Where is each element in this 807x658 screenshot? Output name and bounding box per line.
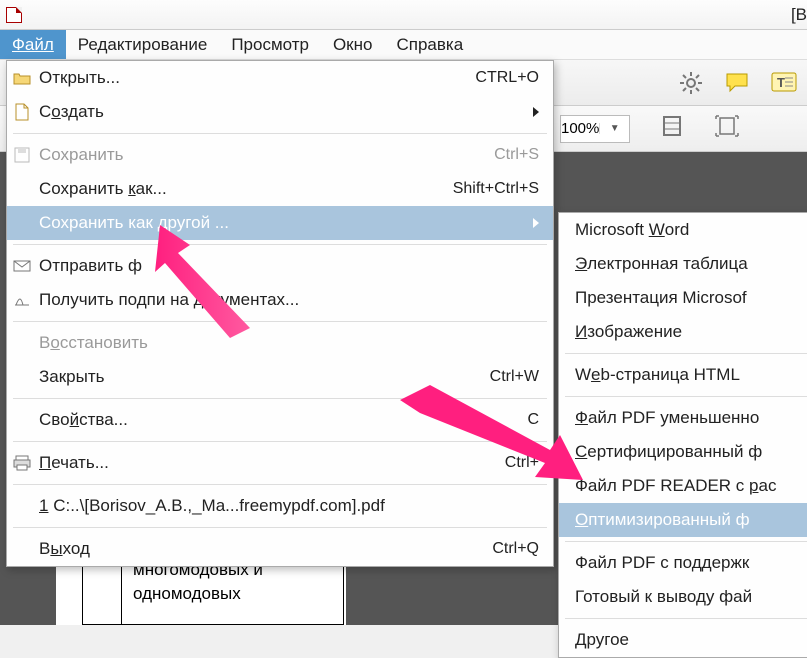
submenu-item-optimized[interactable]: Оптимизированный ф bbox=[559, 503, 807, 537]
text-annot-icon[interactable]: T bbox=[771, 72, 797, 94]
save-as-other-submenu: Microsoft Word Электронная таблица Презе… bbox=[558, 212, 807, 658]
zoom-value: 100% bbox=[561, 120, 599, 137]
envelope-icon bbox=[13, 257, 31, 275]
submenu-item-word[interactable]: Microsoft Word bbox=[559, 213, 807, 247]
submenu-item-ppt[interactable]: Презентация Microsof bbox=[559, 281, 807, 315]
menu-item-save-as[interactable]: Сохранить как... Shift+Ctrl+S bbox=[7, 172, 553, 206]
zoom-select[interactable]: 100% ▼ bbox=[560, 115, 630, 143]
menu-item-get-signature[interactable]: Получить подпи на документах... bbox=[7, 283, 553, 317]
svg-text:T: T bbox=[777, 75, 785, 90]
menu-item-save: Сохранить Ctrl+S bbox=[7, 138, 553, 172]
menu-view[interactable]: Просмотр bbox=[219, 30, 321, 59]
window-title: [В bbox=[791, 0, 807, 30]
save-icon bbox=[13, 146, 31, 164]
menu-item-properties[interactable]: Свойства... C bbox=[7, 403, 553, 437]
menu-item-recent[interactable]: 1 C:..\[Borisov_A.B.,_Ma...freemypdf.com… bbox=[7, 489, 553, 523]
menu-file[interactable]: Файл bbox=[0, 30, 66, 59]
submenu-item-excel[interactable]: Электронная таблица bbox=[559, 247, 807, 281]
submenu-item-web[interactable]: Web-страница HTML bbox=[559, 358, 807, 392]
gear-icon[interactable] bbox=[679, 71, 703, 95]
comment-icon[interactable] bbox=[725, 72, 749, 94]
file-dropdown: Открыть... CTRL+O Создать Сохранить Ctrl… bbox=[6, 60, 554, 567]
menu-item-send[interactable]: Отправить ф bbox=[7, 249, 553, 283]
chevron-right-icon bbox=[533, 107, 539, 117]
fit-page-icon[interactable] bbox=[714, 114, 740, 143]
pdf-file-icon bbox=[6, 7, 22, 23]
scroll-mode-icon[interactable] bbox=[660, 115, 684, 142]
chevron-right-icon bbox=[533, 218, 539, 228]
menu-help[interactable]: Справка bbox=[384, 30, 475, 59]
menu-item-print[interactable]: Печать... Ctrl+ bbox=[7, 446, 553, 480]
submenu-item-certified[interactable]: Сертифицированный ф bbox=[559, 435, 807, 469]
menu-item-open[interactable]: Открыть... CTRL+O bbox=[7, 61, 553, 95]
submenu-item-reader[interactable]: Файл PDF READER с рас bbox=[559, 469, 807, 503]
submenu-item-image[interactable]: Изображение bbox=[559, 315, 807, 349]
title-bar: [В bbox=[0, 0, 807, 30]
menu-edit[interactable]: Редактирование bbox=[66, 30, 220, 59]
menu-item-restore: Восстановить bbox=[7, 326, 553, 360]
menu-window[interactable]: Окно bbox=[321, 30, 385, 59]
submenu-item-output[interactable]: Готовый к выводу фай bbox=[559, 580, 807, 614]
menu-bar: Файл Редактирование Просмотр Окно Справк… bbox=[0, 30, 807, 60]
menu-item-save-as-other[interactable]: Сохранить как другой ... bbox=[7, 206, 553, 240]
new-doc-icon bbox=[13, 103, 31, 121]
submenu-item-archive[interactable]: Файл PDF с поддержк bbox=[559, 546, 807, 580]
menu-item-close[interactable]: Закрыть Ctrl+W bbox=[7, 360, 553, 394]
chevron-down-icon[interactable]: ▼ bbox=[599, 123, 629, 134]
submenu-item-other[interactable]: Другое bbox=[559, 623, 807, 657]
folder-open-icon bbox=[13, 69, 31, 87]
menu-item-exit[interactable]: Выход Ctrl+Q bbox=[7, 532, 553, 566]
submenu-item-small-pdf[interactable]: Файл PDF уменьшенно bbox=[559, 401, 807, 435]
signature-icon bbox=[13, 291, 31, 309]
printer-icon bbox=[13, 454, 31, 472]
menu-item-create[interactable]: Создать bbox=[7, 95, 553, 129]
